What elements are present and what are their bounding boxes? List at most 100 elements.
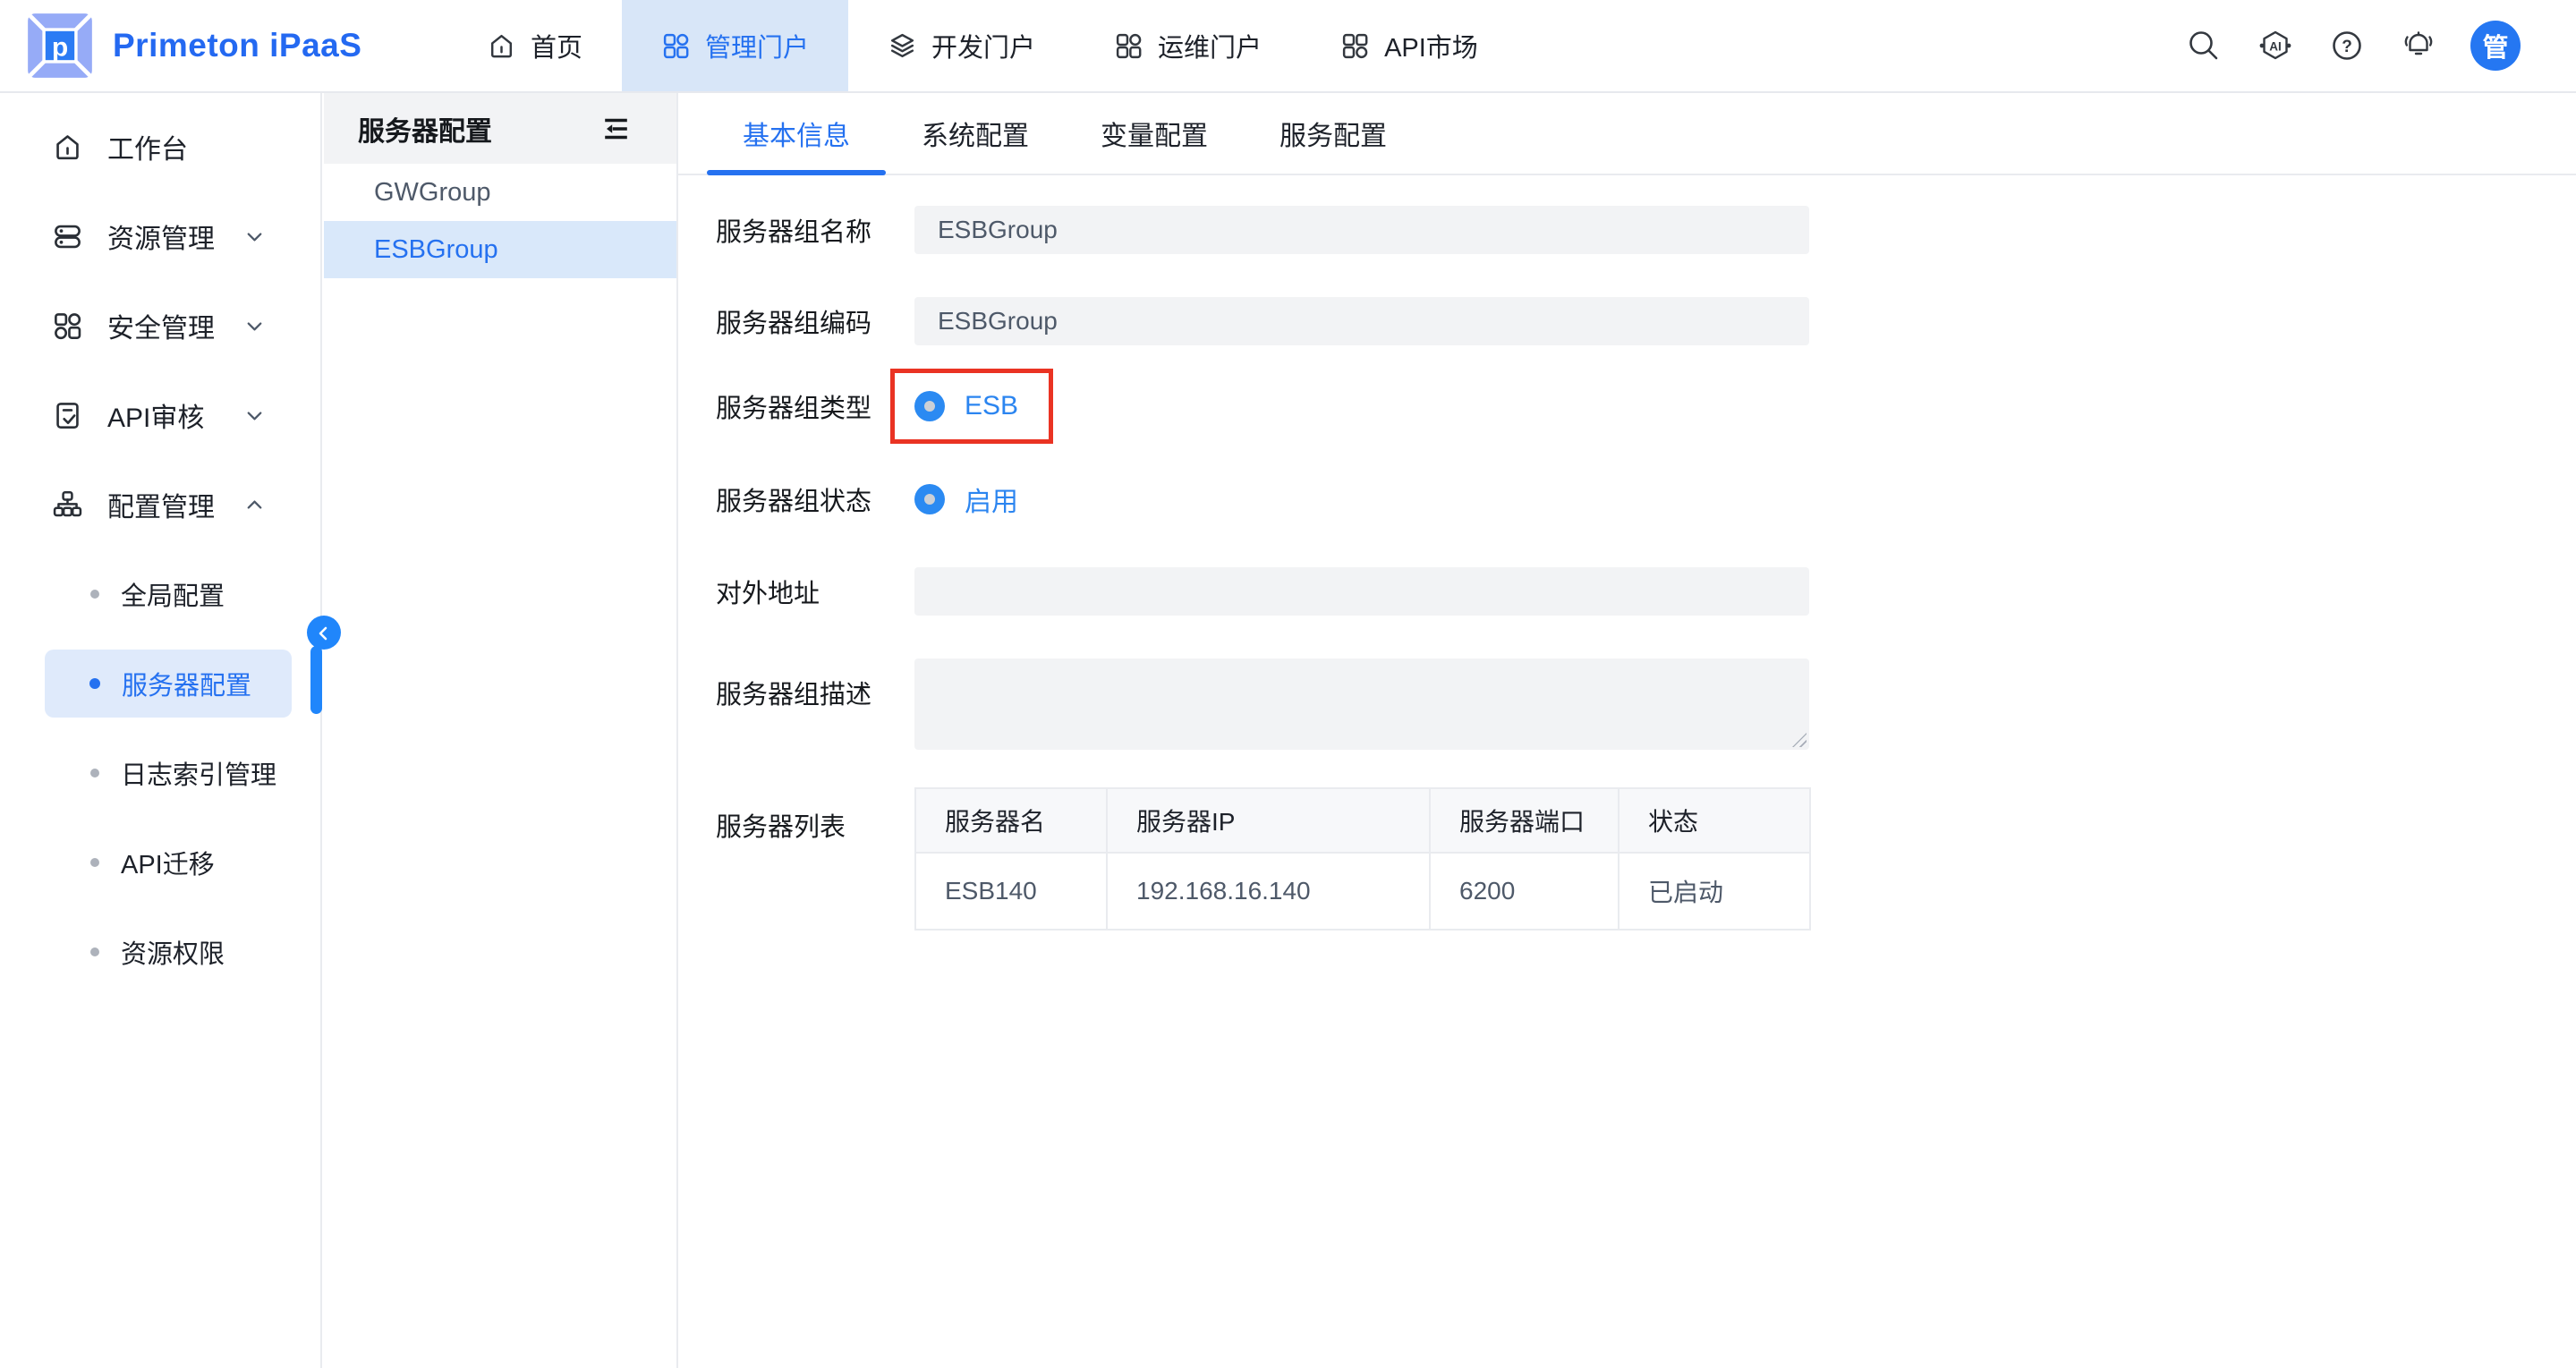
sidebar-item-config-mgmt[interactable]: 配置管理 [0, 460, 320, 549]
form-row-name: 服务器组名称 [716, 206, 2576, 254]
tab-basic-info[interactable]: 基本信息 [743, 93, 850, 174]
red-highlight-box: ESB [890, 369, 1053, 444]
svg-text:?: ? [2342, 38, 2352, 56]
field-label: 服务器组编码 [716, 302, 914, 340]
search-icon[interactable] [2184, 26, 2223, 65]
sitemap-icon [52, 489, 83, 521]
collapse-list-icon[interactable] [599, 113, 632, 145]
panel-header: 服务器配置 [324, 93, 676, 164]
bullet-dot-icon [89, 678, 100, 689]
field-label: 服务器组状态 [716, 480, 914, 518]
sidebar-item-label: API审核 [107, 395, 204, 435]
field-label: 服务器列表 [716, 787, 914, 844]
sidebar-subitem-label: API迁移 [121, 844, 215, 881]
security-grid-icon [52, 310, 83, 342]
sidebar-item-label: 安全管理 [107, 306, 215, 345]
chevron-down-icon [242, 404, 267, 428]
chevron-left-icon [313, 622, 335, 643]
servers-icon [52, 221, 83, 252]
top-bar: p Primeton iPaaS 首页 [0, 0, 2576, 93]
workbench-home-icon [52, 132, 83, 163]
nav-item-label: API市场 [1384, 27, 1478, 64]
sidebar-item-label: 工作台 [107, 127, 188, 166]
sidebar-subitem-api-migration[interactable]: API迁移 [0, 818, 320, 907]
tab-label: 系统配置 [922, 114, 1029, 153]
sidebar-scrollbar-thumb[interactable] [310, 646, 322, 714]
column-header-server-name: 服务器名 [915, 788, 1107, 853]
field-label: 服务器组名称 [716, 211, 914, 249]
sidebar-item-security-mgmt[interactable]: 安全管理 [0, 281, 320, 370]
top-nav: 首页 管理门户 [447, 0, 1518, 91]
nav-item-label: 开发门户 [931, 27, 1035, 64]
nav-item-api-market[interactable]: API市场 [1301, 0, 1518, 91]
nav-item-home[interactable]: 首页 [447, 0, 622, 91]
grid-icon [661, 31, 691, 61]
radio-selected-icon[interactable] [914, 484, 945, 514]
server-group-item-esbgroup[interactable]: ESBGroup [324, 221, 676, 278]
ai-assistant-icon[interactable]: AI [2256, 26, 2295, 65]
sidebar: 工作台 资源管理 安全管理 [0, 93, 322, 1368]
home-icon [487, 31, 516, 61]
tab-variable-config[interactable]: 变量配置 [1101, 93, 1208, 174]
layers-icon [888, 31, 917, 61]
bullet-dot-icon [90, 769, 99, 777]
form-row-server-list: 服务器列表 服务器名 服务器IP 服务器端口 状态 ESB140 19 [716, 787, 2576, 930]
sidebar-subitem-log-index-mgmt[interactable]: 日志索引管理 [0, 728, 320, 818]
tab-system-config[interactable]: 系统配置 [922, 93, 1029, 174]
radio-selected-icon[interactable] [914, 391, 945, 421]
app-window: p Primeton iPaaS 首页 [0, 0, 2576, 1368]
sidebar-item-api-audit[interactable]: API审核 [0, 370, 320, 460]
server-group-description-textarea[interactable] [914, 659, 1809, 750]
cell-status: 已启动 [1619, 853, 1810, 930]
sidebar-subitem-server-config[interactable]: 服务器配置 [0, 639, 320, 728]
chevron-down-icon [242, 314, 267, 338]
server-group-code-input[interactable] [914, 297, 1809, 345]
panel-title: 服务器配置 [358, 109, 492, 149]
top-actions: AI ? 管 [2184, 0, 2576, 91]
notifications-bell-icon[interactable] [2399, 26, 2438, 65]
tab-label: 服务配置 [1279, 114, 1387, 153]
nav-item-dev-portal[interactable]: 开发门户 [848, 0, 1075, 91]
server-group-label: GWGroup [374, 178, 491, 208]
sidebar-subitem-label: 全局配置 [121, 575, 225, 613]
bullet-dot-icon [90, 947, 99, 956]
bullet-dot-icon [90, 590, 99, 599]
nav-item-label: 首页 [531, 27, 582, 64]
nav-item-ops-portal[interactable]: 运维门户 [1075, 0, 1301, 91]
sidebar-subitem-label: 资源权限 [121, 933, 225, 971]
chevron-down-icon [242, 225, 267, 249]
server-group-name-input[interactable] [914, 206, 1809, 254]
server-group-item-gwgroup[interactable]: GWGroup [324, 164, 676, 221]
nav-item-label: 管理门户 [705, 27, 809, 64]
form-row-type: 服务器组类型 ESB [716, 369, 2576, 444]
tab-service-config[interactable]: 服务配置 [1279, 93, 1387, 174]
sidebar-item-workbench[interactable]: 工作台 [0, 102, 320, 191]
sidebar-item-resource-mgmt[interactable]: 资源管理 [0, 191, 320, 281]
help-icon[interactable]: ? [2327, 26, 2367, 65]
description-textarea-wrap [914, 659, 1809, 750]
document-check-icon [52, 400, 83, 431]
form-row-code: 服务器组编码 [716, 297, 2576, 345]
server-group-label: ESBGroup [374, 235, 498, 265]
user-avatar[interactable]: 管 [2470, 21, 2521, 71]
sidebar-subitem-label: 日志索引管理 [121, 754, 276, 792]
server-list-table: 服务器名 服务器IP 服务器端口 状态 ESB140 192.168.16.14… [914, 787, 1811, 930]
nav-item-label: 运维门户 [1158, 27, 1262, 64]
nav-item-admin-portal[interactable]: 管理门户 [622, 0, 848, 91]
external-address-input[interactable] [914, 567, 1809, 616]
server-group-form: 服务器组名称 服务器组编码 服务器组类型 ESB 服务器组状态 [678, 175, 2576, 930]
main-content: 基本信息 系统配置 变量配置 服务配置 服务器组名称 服务器组编码 服务 [678, 93, 2576, 1368]
sidebar-subitem-resource-permission[interactable]: 资源权限 [0, 907, 320, 997]
bullet-dot-icon [90, 858, 99, 867]
field-label: 对外地址 [716, 573, 914, 610]
sidebar-collapse-button[interactable] [307, 616, 341, 650]
chevron-up-icon [242, 493, 267, 517]
column-header-status: 状态 [1619, 788, 1810, 853]
sidebar-subitem-global-config[interactable]: 全局配置 [0, 549, 320, 639]
table-header-row: 服务器名 服务器IP 服务器端口 状态 [915, 788, 1810, 853]
cell-server-ip: 192.168.16.140 [1107, 853, 1430, 930]
server-group-status-radio-group: 启用 [914, 475, 1018, 523]
tab-label: 基本信息 [743, 114, 850, 153]
grid-icon [1114, 31, 1143, 61]
primeton-logo-icon: p [27, 13, 93, 79]
